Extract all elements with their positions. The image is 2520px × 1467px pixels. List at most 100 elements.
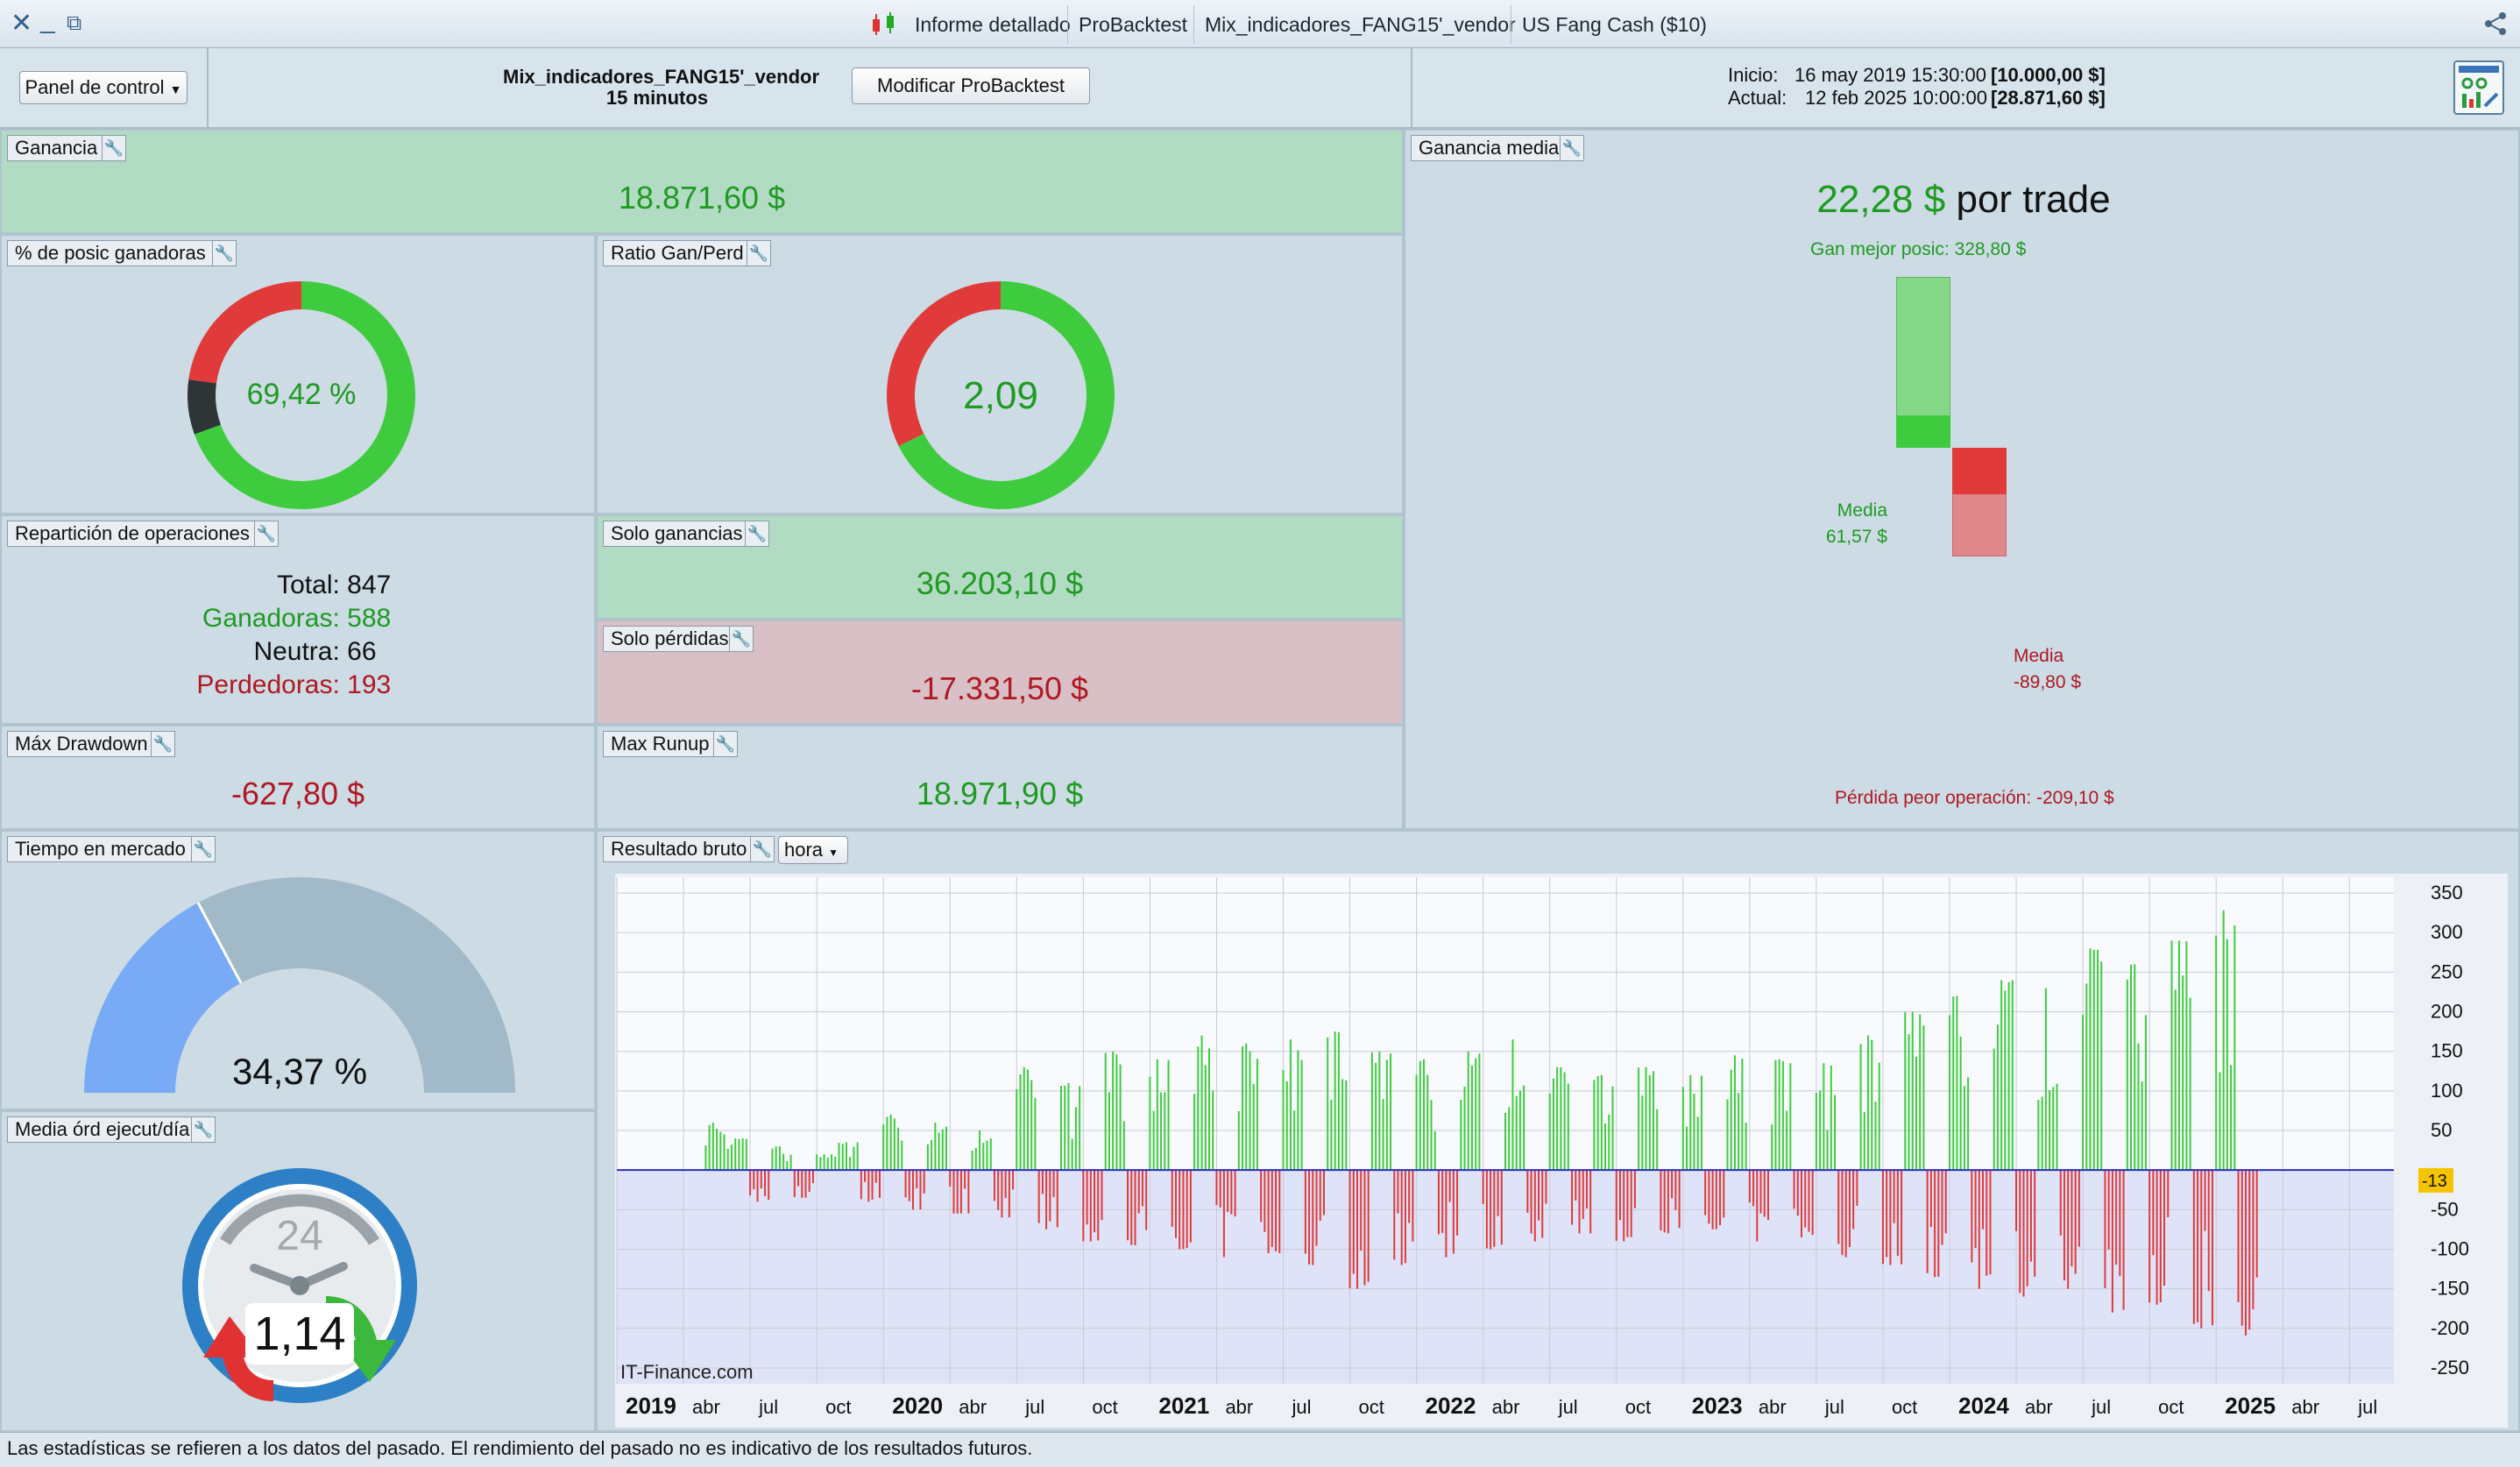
x-tick-label: 2025 bbox=[2225, 1393, 2276, 1419]
report-header: Panel de control ▼ Mix_indicadores_FANG1… bbox=[0, 48, 2520, 129]
tab-informe-detallado[interactable]: Informe detallado bbox=[904, 5, 1081, 44]
reparticion-label: Repartición de operaciones bbox=[7, 521, 258, 547]
x-tick-label: abr bbox=[2291, 1396, 2319, 1418]
x-tick-label: abr bbox=[1492, 1396, 1520, 1418]
candlestick-icon bbox=[869, 12, 899, 37]
max-runup-value: 18.971,90 $ bbox=[916, 776, 1084, 811]
panel-max-runup: Max Runup 🔧 18.971,90 $ bbox=[596, 725, 1404, 830]
modify-probacktest-button[interactable]: Modificar ProBacktest bbox=[852, 67, 1090, 104]
x-tick-label: 2022 bbox=[1426, 1393, 1476, 1419]
panel-menu-dropdown[interactable]: Panel de control ▼ bbox=[19, 71, 188, 104]
total-row: Total: 847 bbox=[2, 569, 598, 602]
solo-perdidas-value: -17.331,50 $ bbox=[910, 670, 1089, 706]
max-runup-label: Max Runup bbox=[603, 731, 718, 757]
panel-menu-label: Panel de control bbox=[25, 76, 165, 98]
x-tick-label: jul bbox=[2357, 1396, 2377, 1418]
start-date: 16 may 2019 15:30:00 bbox=[1794, 64, 1986, 86]
tab-strategy[interactable]: Mix_indicadores_FANG15'_vendor bbox=[1193, 5, 1526, 44]
panel-winners-pct: % de posic ganadoras 🔧 69,42 % bbox=[0, 234, 596, 514]
avg-per-trade-suffix: por trade bbox=[1956, 178, 2111, 221]
x-tick-label: jul bbox=[1824, 1396, 1844, 1418]
wrench-icon[interactable]: 🔧 bbox=[1560, 135, 1584, 161]
lose-row: Perdedoras: 193 bbox=[2, 669, 598, 702]
tiempo-mercado-value: 34,37 % bbox=[231, 1051, 368, 1092]
tiempo-mercado-label: Tiempo en mercado bbox=[7, 836, 194, 862]
avg-loss-label: Media bbox=[2014, 646, 2064, 666]
close-icon[interactable]: ✕ bbox=[11, 9, 32, 39]
header-left: Panel de control ▼ bbox=[0, 48, 209, 129]
x-tick-label: jul bbox=[758, 1396, 778, 1418]
win-value: 588 bbox=[347, 604, 392, 633]
ratio-value: 2,09 bbox=[963, 374, 1038, 417]
current-value: [28.871,60 $] bbox=[1991, 87, 2106, 109]
neutral-row: Neutra: 66 bbox=[2, 635, 598, 669]
y-tick-label: -250 bbox=[2431, 1357, 2469, 1378]
wrench-icon[interactable]: 🔧 bbox=[191, 836, 216, 862]
y-tick-label: -150 bbox=[2431, 1278, 2469, 1300]
ratio-label: Ratio Gan/Perd bbox=[603, 240, 752, 266]
current-date: 12 feb 2025 10:00:00 bbox=[1805, 87, 1987, 109]
wrench-icon[interactable]: 🔧 bbox=[254, 521, 279, 547]
panel-solo-perdidas: Solo pérdidas 🔧 -17.331,50 $ bbox=[596, 620, 1404, 725]
last-value-label: -13 bbox=[2422, 1172, 2447, 1191]
x-tick-label: oct bbox=[825, 1396, 851, 1418]
x-tick-label: oct bbox=[1359, 1396, 1384, 1418]
worst-trade-label: Pérdida peor operación: -209,10 $ bbox=[1835, 788, 2114, 808]
wrench-icon[interactable]: 🔧 bbox=[191, 1116, 216, 1143]
y-tick-label: 200 bbox=[2431, 1001, 2463, 1023]
avg-win-value: 61,57 $ bbox=[1825, 527, 1887, 547]
panel-reparticion: Repartición de operaciones 🔧 Total: 847 … bbox=[0, 514, 596, 725]
panel-ganancia-media: Ganancia media 🔧 22,28 $ por trade Gan m… bbox=[1404, 129, 2520, 830]
ganancia-media-label: Ganancia media bbox=[1411, 135, 1568, 161]
x-tick-label: oct bbox=[1625, 1396, 1651, 1418]
wrench-icon[interactable]: 🔧 bbox=[729, 626, 754, 652]
avg-win-label: Media bbox=[1837, 500, 1887, 521]
solo-ganancias-value: 36.203,10 $ bbox=[916, 565, 1084, 601]
winners-pct-value: 69,42 % bbox=[246, 378, 357, 411]
max-drawdown-value: -627,80 $ bbox=[230, 776, 365, 811]
tab-instrument[interactable]: US Fang Cash ($10) bbox=[1511, 5, 1717, 44]
panel-tiempo-mercado: Tiempo en mercado 🔧 34,37 % bbox=[0, 830, 596, 1110]
restore-icon[interactable]: ⧉ bbox=[67, 9, 81, 39]
chevron-down-icon: ▼ bbox=[828, 847, 839, 859]
wrench-icon[interactable]: 🔧 bbox=[212, 240, 237, 266]
avg-per-trade: 22,28 $ por trade bbox=[1405, 178, 2520, 222]
x-tick-label: oct bbox=[1892, 1396, 1917, 1418]
x-tick-label: 2021 bbox=[1158, 1393, 1209, 1419]
resolution-dropdown[interactable]: hora ▼ bbox=[778, 836, 848, 864]
x-tick-label: abr bbox=[2025, 1396, 2053, 1418]
wrench-icon[interactable]: 🔧 bbox=[750, 836, 775, 862]
max-drawdown-label: Máx Drawdown bbox=[7, 731, 156, 757]
title-bar: ✕ _ ⧉ Informe detallado ProBacktest Mix_… bbox=[0, 0, 2520, 48]
panel-max-drawdown: Máx Drawdown 🔧 -627,80 $ bbox=[0, 725, 596, 830]
minimize-icon[interactable]: _ bbox=[40, 5, 55, 35]
x-tick-label: jul bbox=[2091, 1396, 2111, 1418]
y-tick-label: -50 bbox=[2431, 1198, 2459, 1220]
timeframe: 15 minutos bbox=[605, 87, 709, 109]
y-tick-label: -200 bbox=[2431, 1317, 2469, 1339]
wrench-icon[interactable]: 🔧 bbox=[747, 240, 771, 266]
total-value: 847 bbox=[347, 570, 392, 599]
x-tick-label: abr bbox=[692, 1396, 720, 1418]
wrench-icon[interactable]: 🔧 bbox=[745, 521, 769, 547]
avg-loss-value: -89,80 $ bbox=[2014, 672, 2082, 692]
media-ordenes-label: Media órd ejecut/día bbox=[7, 1116, 198, 1143]
share-icon[interactable] bbox=[2481, 11, 2509, 37]
loss-slice bbox=[887, 281, 1001, 447]
best-trade-label: Gan mejor posic: 328,80 $ bbox=[1810, 239, 2027, 259]
tab-probacktest[interactable]: ProBacktest bbox=[1067, 5, 1198, 44]
x-tick-label: 2020 bbox=[892, 1393, 943, 1419]
chart-watermark: IT-Finance.com bbox=[620, 1361, 754, 1383]
wrench-icon[interactable]: 🔧 bbox=[151, 731, 175, 757]
x-tick-label: oct bbox=[1092, 1396, 1117, 1418]
lose-label: Perdedoras: bbox=[196, 670, 340, 699]
panel-ratio: Ratio Gan/Perd 🔧 2,09 bbox=[596, 234, 1404, 514]
wrench-icon[interactable]: 🔧 bbox=[713, 731, 738, 757]
header-center: Mix_indicadores_FANG15'_vendor 15 minuto… bbox=[209, 48, 1412, 129]
strategy-name: Mix_indicadores_FANG15'_vendor bbox=[503, 66, 820, 88]
start-value: [10.000,00 $] bbox=[1991, 64, 2106, 86]
wrench-icon[interactable]: 🔧 bbox=[102, 135, 126, 161]
x-tick-label: oct bbox=[2158, 1396, 2184, 1418]
y-tick-label: -100 bbox=[2431, 1237, 2469, 1259]
report-icon[interactable] bbox=[2453, 60, 2504, 115]
